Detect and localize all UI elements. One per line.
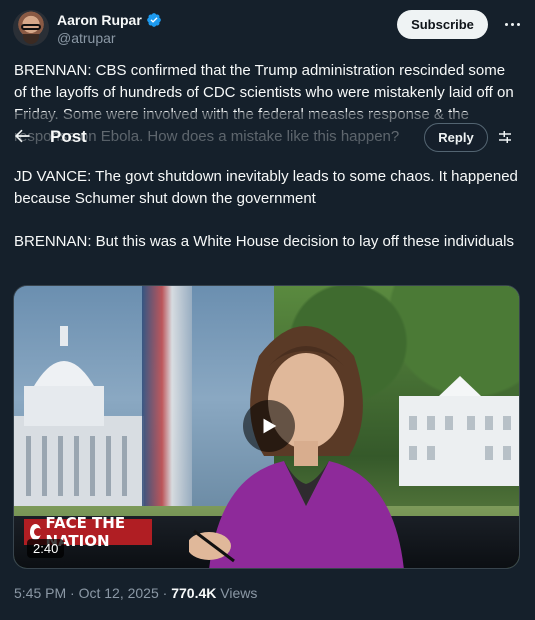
video-player[interactable]: FACE THE NATION 2:40 xyxy=(13,285,520,569)
video-duration: 2:40 xyxy=(27,539,65,558)
meta-separator-1: · xyxy=(70,585,75,601)
tweet-paragraph-2: JD VANCE: The govt shutdown inevitably l… xyxy=(14,168,518,207)
play-icon[interactable] xyxy=(243,400,295,452)
verified-badge-icon xyxy=(146,13,161,27)
author-name-row[interactable]: Aaron Rupar xyxy=(57,12,162,28)
post-meta: 5:45 PM · Oct 12, 2025 · 770.4K Views xyxy=(14,585,257,601)
cbs-eye-icon xyxy=(30,524,43,540)
filter-sliders-icon[interactable] xyxy=(496,128,514,146)
author-name[interactable]: Aaron Rupar xyxy=(57,12,142,28)
post-header-title: Post xyxy=(50,127,87,146)
author-handle[interactable]: @atrupar xyxy=(57,30,116,46)
play-triangle-icon xyxy=(263,418,277,434)
views-count[interactable]: 770.4K xyxy=(171,585,216,601)
post-date[interactable]: Oct 12, 2025 xyxy=(79,585,159,601)
subscribe-button[interactable]: Subscribe xyxy=(397,10,488,39)
author-avatar[interactable] xyxy=(13,10,49,46)
meta-separator-2: · xyxy=(162,585,168,601)
views-label: Views xyxy=(220,585,258,601)
avatar-glasses xyxy=(21,24,41,30)
more-horizontal-icon[interactable] xyxy=(500,14,524,34)
back-arrow-icon[interactable] xyxy=(12,126,32,146)
reply-button[interactable]: Reply xyxy=(424,123,488,152)
tweet-paragraph-3: BRENNAN: But this was a White House deci… xyxy=(14,233,514,250)
avatar-beard xyxy=(23,34,39,44)
news-anchor-figure xyxy=(189,326,404,568)
capitol-building-graphic xyxy=(14,326,144,526)
post-time[interactable]: 5:45 PM xyxy=(14,585,66,601)
